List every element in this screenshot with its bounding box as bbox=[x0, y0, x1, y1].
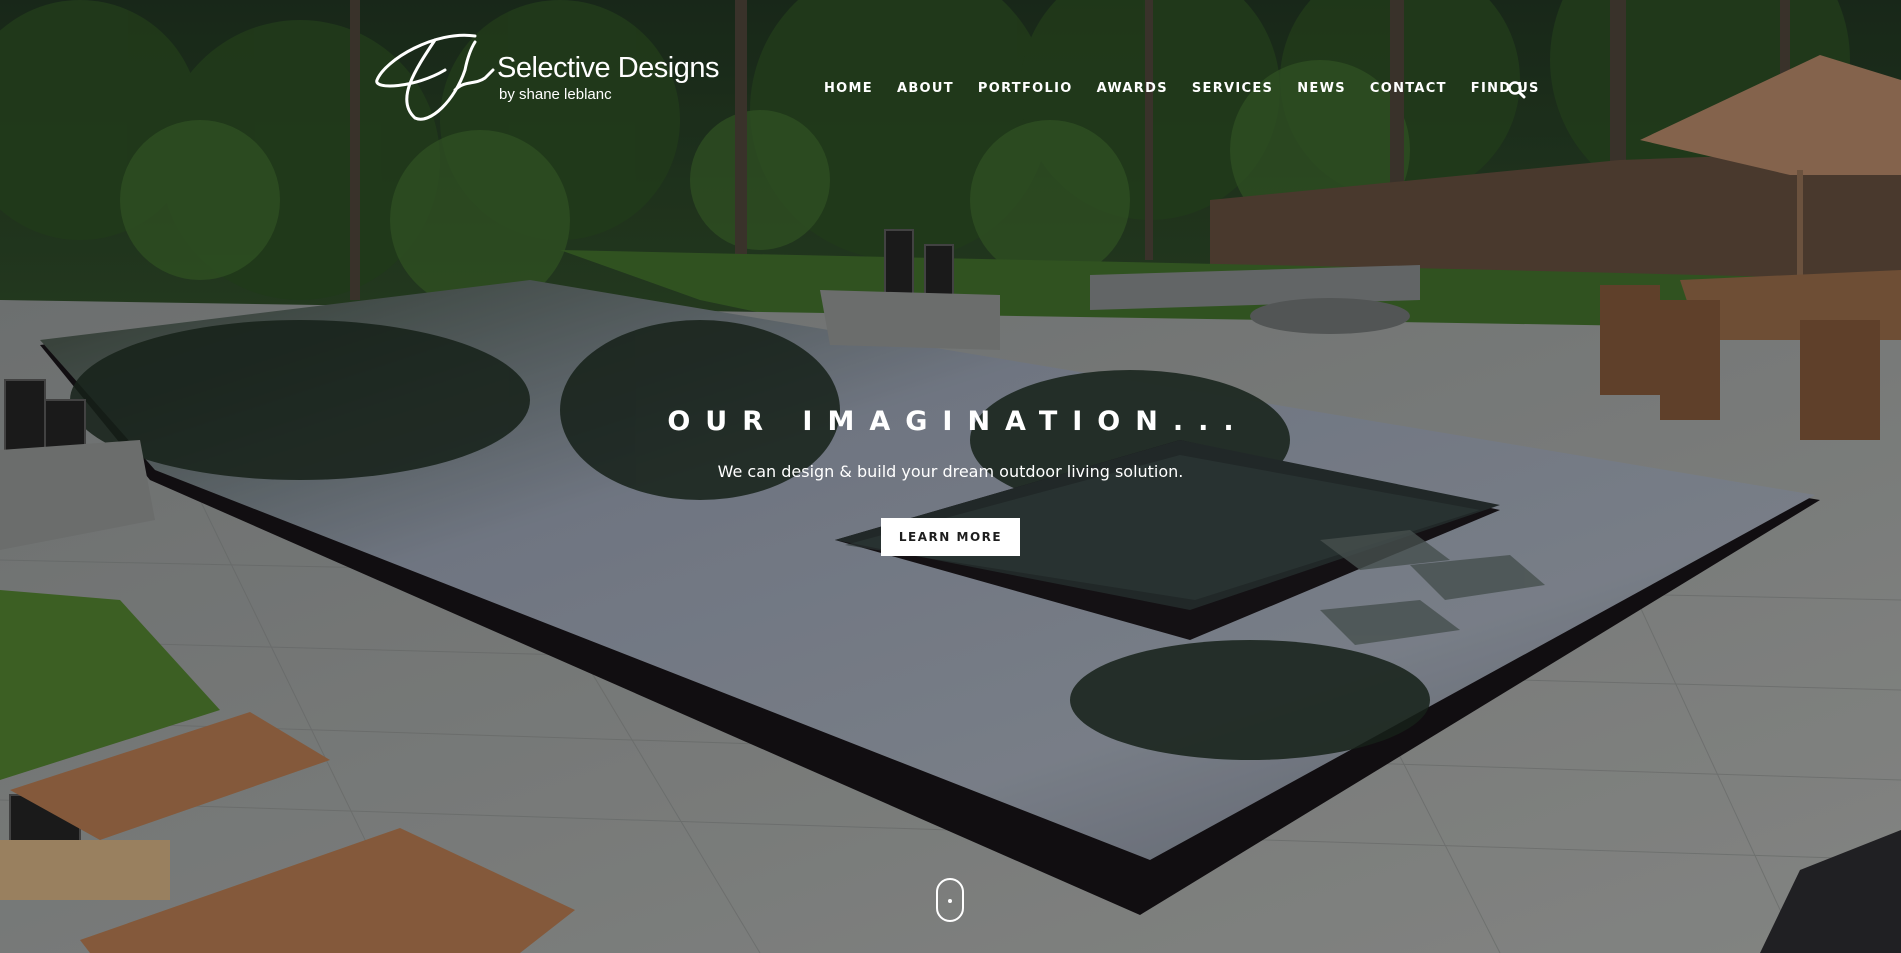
nav-item-home[interactable]: HOME bbox=[824, 81, 873, 96]
scroll-dot bbox=[948, 899, 952, 903]
nav-item-news[interactable]: NEWS bbox=[1297, 81, 1346, 96]
nav-item-services[interactable]: SERVICES bbox=[1192, 81, 1273, 96]
nav-item-awards[interactable]: AWARDS bbox=[1097, 81, 1168, 96]
signature-logo-icon bbox=[375, 33, 495, 121]
hero-section: Selective Designs by shane leblanc HOME … bbox=[0, 0, 1901, 953]
nav-item-find-us[interactable]: FIND US bbox=[1471, 81, 1540, 96]
nav-item-portfolio[interactable]: PORTFOLIO bbox=[978, 81, 1073, 96]
brand-name: Selective Designs bbox=[497, 52, 720, 84]
hero-subheadline: We can design & build your dream outdoor… bbox=[717, 462, 1184, 481]
brand-tagline: by shane leblanc bbox=[499, 86, 612, 103]
scroll-down-indicator[interactable] bbox=[936, 878, 964, 922]
brand-logo[interactable]: Selective Designs by shane leblanc bbox=[375, 30, 735, 122]
nav-item-contact[interactable]: CONTACT bbox=[1370, 81, 1447, 96]
learn-more-button[interactable]: LEARN MORE bbox=[881, 518, 1020, 556]
main-navigation: HOME ABOUT PORTFOLIO AWARDS SERVICES NEW… bbox=[824, 81, 1564, 96]
hero-headline: OUR IMAGINATION... bbox=[667, 406, 1249, 437]
search-icon[interactable] bbox=[1507, 80, 1527, 100]
nav-item-about[interactable]: ABOUT bbox=[897, 81, 954, 96]
